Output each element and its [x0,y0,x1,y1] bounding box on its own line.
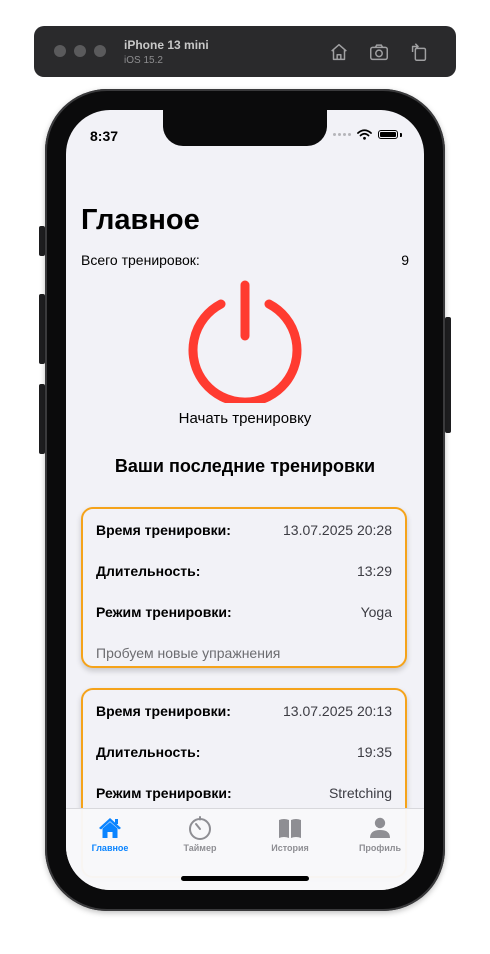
total-workouts-label: Всего тренировок: [81,252,200,268]
workout-duration-label: Длительность: [96,744,201,760]
page-title: Главное [81,204,200,236]
workout-time-row: Время тренировки: 13.07.2025 20:28 [96,522,392,542]
workout-time-label: Время тренировки: [96,703,231,719]
wifi-icon [357,129,372,140]
workout-time-label: Время тренировки: [96,522,231,538]
power-side-button [445,317,451,433]
workout-note: Пробуем новые упражнения [96,645,281,661]
timer-icon [189,816,211,840]
workout-mode-row: Режим тренировки: Yoga [96,604,392,624]
tab-history-label: История [271,843,309,853]
workout-time-value: 13.07.2025 20:28 [283,522,392,538]
house-icon [99,818,121,838]
status-icons [333,129,402,140]
workout-mode-label: Режим тренировки: [96,604,232,620]
tab-timer[interactable]: Таймер [165,815,235,859]
power-icon [188,280,302,403]
workout-duration-label: Длительность: [96,563,201,579]
person-icon [370,817,390,838]
simulator-toolbar: iPhone 13 mini iOS 15.2 [34,26,456,77]
home-indicator [181,876,309,881]
workout-card[interactable]: Время тренировки: 13.07.2025 20:28 Длите… [81,507,407,668]
workout-mode-row: Режим тренировки: Stretching [96,785,392,805]
status-time: 8:37 [90,128,119,144]
workout-duration-row: Длительность: 19:35 [96,744,392,764]
tab-history[interactable]: История [255,815,325,859]
zoom-window-button[interactable] [94,45,106,57]
workout-time-row: Время тренировки: 13.07.2025 20:13 [96,703,392,723]
workout-time-value: 13.07.2025 20:13 [283,703,392,719]
recent-workouts-title: Ваши последние тренировки [114,456,376,476]
workout-mode-label: Режим тренировки: [96,785,232,801]
book-icon [279,819,301,838]
tab-home[interactable]: Главное [75,815,145,859]
battery-cap [400,132,402,137]
start-workout-label[interactable]: Начать тренировку [66,410,424,427]
start-workout-button[interactable] [183,279,307,403]
home-icon[interactable] [328,41,350,63]
tab-timer-label: Таймер [183,843,217,853]
rotate-icon[interactable] [408,41,430,63]
window-controls [54,45,106,57]
tab-home-label: Главное [91,843,129,853]
workout-mode-value: Yoga [360,604,392,620]
total-workouts-value: 9 [401,252,409,268]
simulator-os-version: iOS 15.2 [124,55,163,66]
cellular-signal-icon [333,133,351,136]
minimize-window-button[interactable] [74,45,86,57]
workout-duration-value: 13:29 [356,563,392,579]
screenshot-icon[interactable] [368,41,390,63]
workout-duration-row: Длительность: 13:29 [96,563,392,583]
tab-profile[interactable]: Профиль [345,815,415,859]
close-window-button[interactable] [54,45,66,57]
battery-icon [378,130,398,139]
notch [163,110,327,146]
workout-mode-value: Stretching [328,785,392,801]
simulator-device-name: iPhone 13 mini [124,38,209,52]
app-screen: 8:37 Главное Всего тренировок: 9 Начать … [66,110,424,890]
workout-duration-value: 19:35 [356,744,392,760]
tab-profile-label: Профиль [358,843,402,853]
